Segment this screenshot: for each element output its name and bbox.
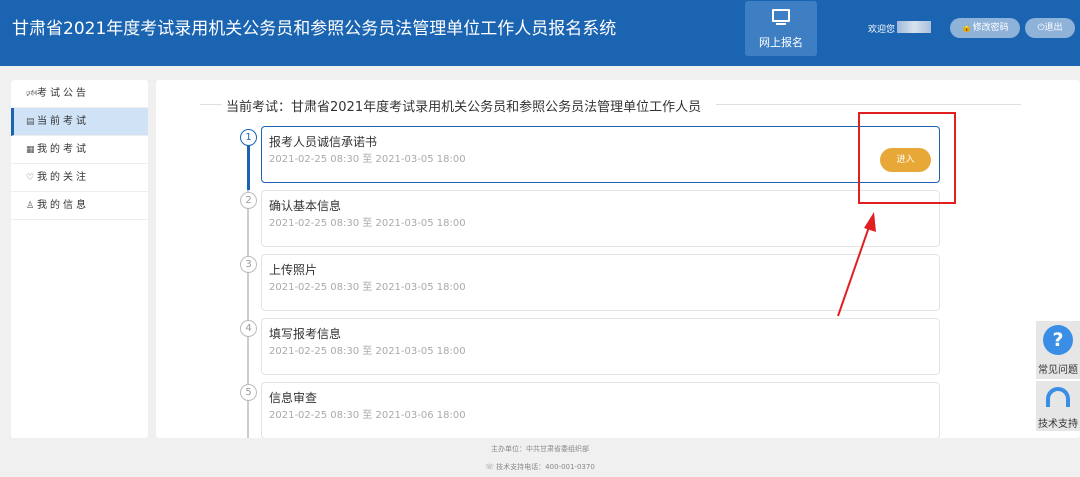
tech-support-widget[interactable]: 技术支持: [1036, 381, 1080, 431]
sidebar-item-label: 我的考试: [37, 144, 89, 155]
sidebar-item-label: 当前考试: [37, 116, 89, 127]
faq-label: 常见问题: [1038, 365, 1078, 376]
username-redacted: [897, 21, 931, 33]
welcome-text: 欢迎您: [868, 25, 896, 35]
sidebar-item-current-exam[interactable]: ▤ 当前考试: [11, 108, 148, 136]
step-title: 报考人员诚信承诺书: [269, 135, 378, 149]
step-title: 确认基本信息: [269, 199, 342, 213]
exam-icon: ▤: [26, 117, 35, 127]
step-title: 信息审查: [269, 391, 318, 405]
online-registration-button[interactable]: 网上报名: [745, 1, 817, 56]
step-date-range: 2021-02-25 08:30 至 2021-03-05 18:00: [269, 218, 466, 229]
step-card-fill-application[interactable]: 填写报考信息 2021-02-25 08:30 至 2021-03-05 18:…: [261, 318, 940, 375]
sidebar-item-my-follows[interactable]: ♡ 我的关注: [11, 164, 148, 192]
user-icon: ♙: [26, 201, 35, 211]
sidebar-item-my-info[interactable]: ♙ 我的信息: [11, 192, 148, 220]
step-date-range: 2021-02-25 08:30 至 2021-03-05 18:00: [269, 282, 466, 293]
online-registration-label: 网上报名: [759, 36, 803, 49]
my-exam-icon: ▦: [26, 145, 35, 155]
announcement-icon: 🕬: [26, 89, 38, 99]
question-icon: ?: [1043, 325, 1073, 355]
step-title: 上传照片: [269, 263, 318, 277]
sidebar: 🕬考试公告 ▤ 当前考试 ▦ 我的考试 ♡ 我的关注 ♙ 我的信息: [11, 80, 148, 438]
step-number: 3: [240, 256, 257, 273]
system-title: 甘肃省2021年度考试录用机关公务员和参照公务员法管理单位工作人员报名系统: [12, 19, 617, 39]
step-number: 1: [240, 129, 257, 146]
footer-support-phone: ☏ 技术支持电话：400-001-0370: [485, 463, 595, 471]
step-date-range: 2021-02-25 08:30 至 2021-03-05 18:00: [269, 154, 466, 165]
annotation-arrow: [837, 212, 876, 317]
tech-support-label: 技术支持: [1038, 419, 1078, 430]
sidebar-item-label: 我的关注: [37, 172, 89, 183]
annotation-highlight-box: [858, 112, 956, 204]
step-number: 2: [240, 192, 257, 209]
sidebar-item-my-exams[interactable]: ▦ 我的考试: [11, 136, 148, 164]
sidebar-item-label: 我的信息: [37, 200, 89, 211]
logout-button[interactable]: ⏻退出: [1025, 18, 1075, 38]
sidebar-item-announcements[interactable]: 🕬考试公告: [11, 80, 148, 108]
step-number: 4: [240, 320, 257, 337]
faq-widget[interactable]: ? 常见问题: [1036, 321, 1080, 379]
current-exam-title: 当前考试：甘肃省2021年度考试录用机关公务员和参照公务员法管理单位工作人员: [222, 96, 706, 115]
heart-icon: ♡: [26, 173, 35, 183]
monitor-icon: [772, 9, 790, 25]
change-password-button[interactable]: 🔒修改密码: [950, 18, 1020, 38]
header-bar: 甘肃省2021年度考试录用机关公务员和参照公务员法管理单位工作人员报名系统 网上…: [0, 0, 1080, 66]
title-divider-right: [716, 104, 1021, 105]
sidebar-item-label: 考试公告: [37, 88, 89, 99]
step-date-range: 2021-02-25 08:30 至 2021-03-05 18:00: [269, 346, 466, 357]
step-number: 5: [240, 384, 257, 401]
footer-organizer: 主办单位：中共甘肃省委组织部: [491, 445, 589, 453]
step-card-review[interactable]: 信息审查 2021-02-25 08:30 至 2021-03-06 18:00: [261, 382, 940, 438]
step-title: 填写报考信息: [269, 327, 342, 341]
headset-icon: [1046, 387, 1070, 407]
step-date-range: 2021-02-25 08:30 至 2021-03-06 18:00: [269, 410, 466, 421]
step-card-commitment[interactable]: 报考人员诚信承诺书 2021-02-25 08:30 至 2021-03-05 …: [261, 126, 940, 183]
